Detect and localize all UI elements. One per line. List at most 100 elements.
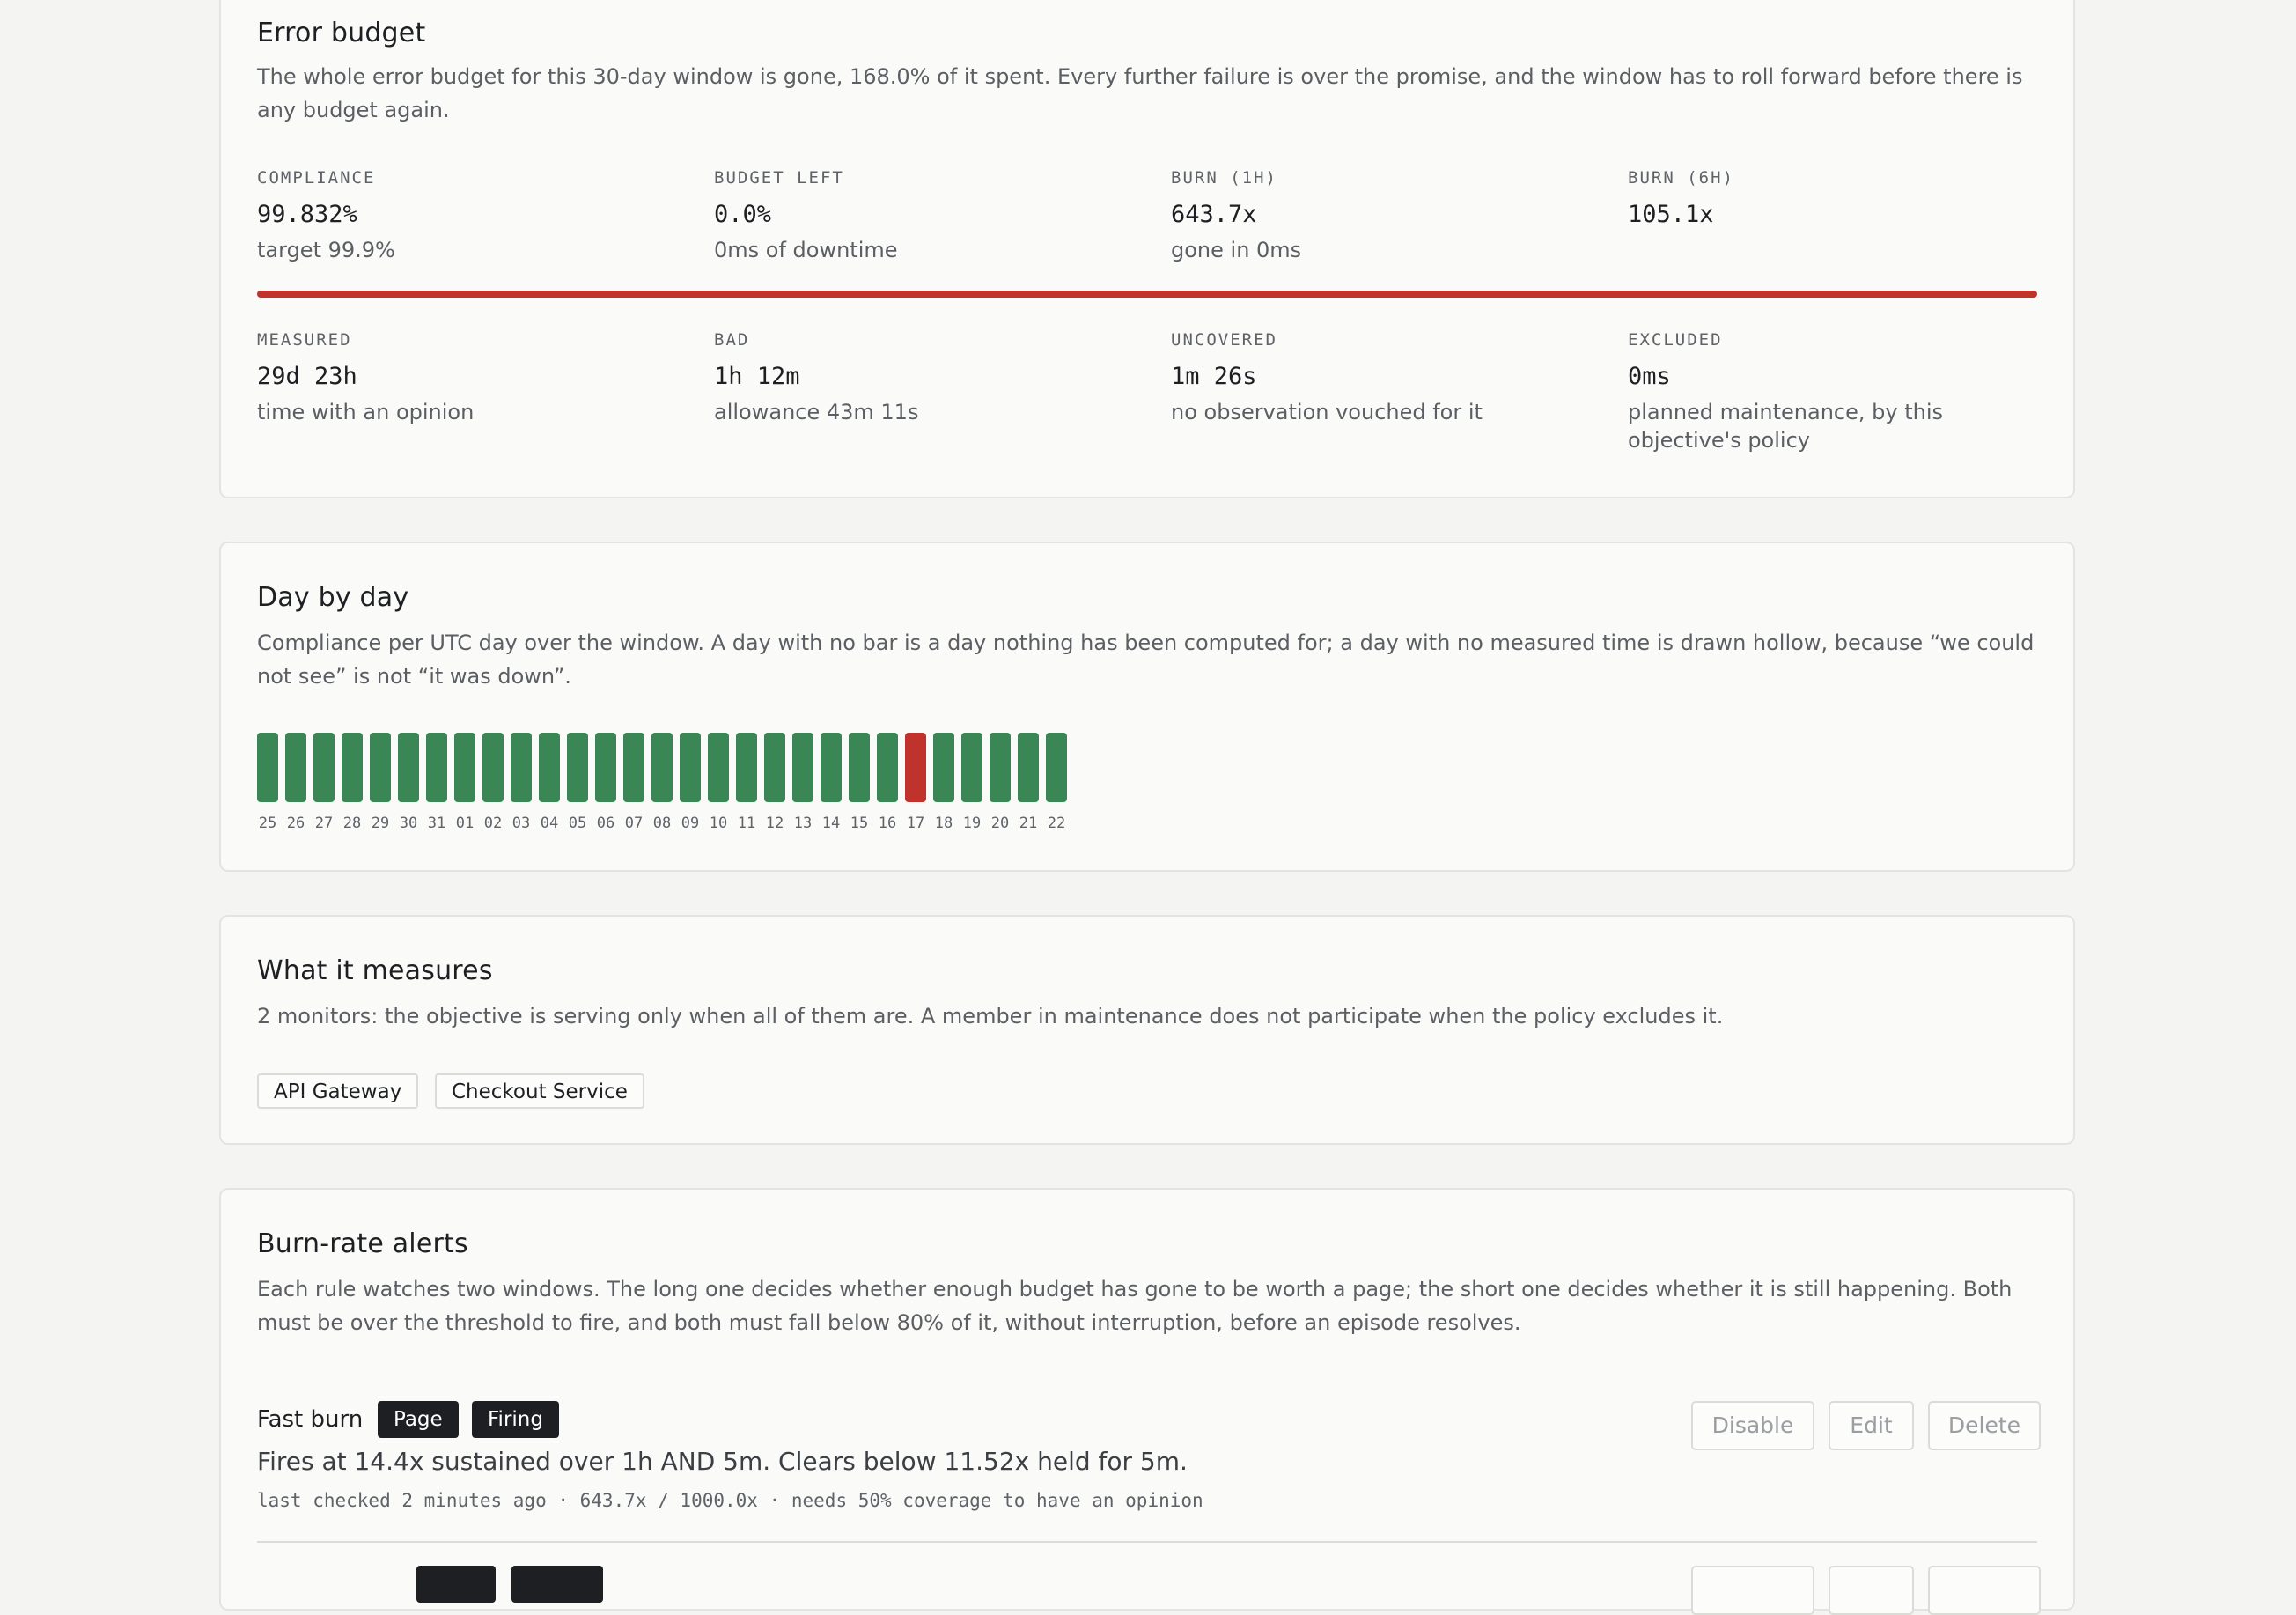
stat-bad: BAD 1h 12m allowance 43m 11s bbox=[714, 328, 1137, 426]
day-bar-21[interactable] bbox=[1018, 733, 1039, 802]
day-label: 20 bbox=[990, 815, 1010, 832]
monitor-chip[interactable]: API Gateway bbox=[257, 1073, 419, 1109]
day-label: 28 bbox=[342, 815, 362, 832]
stat-label: MEASURED bbox=[257, 330, 352, 350]
rule-summary: Fires at 14.4x sustained over 1h AND 5m.… bbox=[257, 1447, 1188, 1476]
rule-name: Fast burn bbox=[257, 1406, 364, 1433]
day-by-day-description: Compliance per UTC day over the window. … bbox=[257, 631, 2035, 689]
day-bar-22[interactable] bbox=[1046, 733, 1067, 802]
day-bar-27[interactable] bbox=[313, 733, 335, 802]
day-bar-17[interactable] bbox=[905, 733, 926, 802]
day-bar-10[interactable] bbox=[708, 733, 729, 802]
delete-button-next[interactable] bbox=[1928, 1566, 2041, 1615]
stat-sub: target 99.9% bbox=[257, 238, 395, 262]
stat-sub: allowance 43m 11s bbox=[714, 400, 919, 424]
stat-value: 0ms bbox=[1628, 363, 1671, 390]
day-bar-06[interactable] bbox=[595, 733, 616, 802]
day-label: 18 bbox=[934, 815, 953, 832]
day-label: 02 bbox=[483, 815, 503, 832]
day-bar-08[interactable] bbox=[651, 733, 673, 802]
delete-button[interactable]: Delete bbox=[1928, 1401, 2041, 1450]
stat-value: 99.832% bbox=[257, 201, 357, 228]
measures-description: 2 monitors: the objective is serving onl… bbox=[257, 1004, 1724, 1029]
day-label: 25 bbox=[258, 815, 277, 832]
monitor-chip[interactable]: Checkout Service bbox=[435, 1073, 644, 1109]
day-bar-19[interactable] bbox=[961, 733, 982, 802]
stat-value: 1m 26s bbox=[1171, 363, 1257, 390]
measures-title: What it measures bbox=[257, 955, 493, 986]
day-bar-09[interactable] bbox=[680, 733, 701, 802]
day-bar-01[interactable] bbox=[454, 733, 475, 802]
day-label: 26 bbox=[286, 815, 305, 832]
day-bar-05[interactable] bbox=[567, 733, 588, 802]
stat-label: COMPLIANCE bbox=[257, 168, 376, 188]
day-strip: 25 26 27 28 29 30 31 01 02 03 04 05 06 07 08 09 10 11 12 13… bbox=[257, 733, 1102, 847]
day-bar-02[interactable] bbox=[482, 733, 504, 802]
stat-burn-1h: BURN (1H) 643.7x gone in 0ms bbox=[1171, 166, 1593, 264]
disable-button-next[interactable] bbox=[1691, 1566, 1814, 1615]
slo-detail-page: Error budget The whole error budget for … bbox=[0, 0, 2296, 1615]
error-budget-description: The whole error budget for this 30-day w… bbox=[257, 64, 2023, 122]
day-bar-20[interactable] bbox=[990, 733, 1011, 802]
day-label: 13 bbox=[793, 815, 813, 832]
day-bar-11[interactable] bbox=[736, 733, 757, 802]
day-label: 10 bbox=[709, 815, 728, 832]
stat-label: BURN (6H) bbox=[1628, 168, 1734, 188]
stat-value: 643.7x bbox=[1171, 201, 1257, 228]
day-label: 01 bbox=[455, 815, 475, 832]
severity-badge-next bbox=[416, 1566, 496, 1603]
edit-button[interactable]: Edit bbox=[1829, 1401, 1914, 1450]
rule-divider bbox=[257, 1541, 2037, 1543]
stat-label: BURN (1H) bbox=[1171, 168, 1277, 188]
stat-label: BUDGET LEFT bbox=[714, 168, 844, 188]
day-label: 22 bbox=[1047, 815, 1066, 832]
day-label: 03 bbox=[511, 815, 531, 832]
day-bar-12[interactable] bbox=[764, 733, 785, 802]
day-bar-25[interactable] bbox=[257, 733, 278, 802]
stat-uncovered: UNCOVERED 1m 26s no observation vouched … bbox=[1171, 328, 1593, 426]
stat-burn-6h: BURN (6H) 105.1x bbox=[1628, 166, 2050, 236]
stat-value: 29d 23h bbox=[257, 363, 357, 390]
day-bar-30[interactable] bbox=[398, 733, 419, 802]
stat-value: 0.0% bbox=[714, 201, 772, 228]
budget-stats-top: COMPLIANCE 99.832% target 99.9% BUDGET L… bbox=[257, 166, 2037, 307]
error-budget-card: Error budget The whole error budget for … bbox=[219, 0, 2075, 498]
day-label: 29 bbox=[371, 815, 390, 832]
day-bar-03[interactable] bbox=[511, 733, 532, 802]
day-bar-15[interactable] bbox=[849, 733, 870, 802]
status-badge-next bbox=[511, 1566, 603, 1603]
day-label: 05 bbox=[568, 815, 587, 832]
stat-measured: MEASURED 29d 23h time with an opinion bbox=[257, 328, 680, 426]
day-label: 19 bbox=[962, 815, 982, 832]
day-bar-18[interactable] bbox=[933, 733, 954, 802]
stat-sub: planned maintenance, by this objective's… bbox=[1628, 400, 1944, 453]
day-bar-31[interactable] bbox=[426, 733, 447, 802]
day-by-day-card: Day by day Compliance per UTC day over t… bbox=[219, 542, 2075, 872]
disable-button[interactable]: Disable bbox=[1691, 1401, 1814, 1450]
day-bar-14[interactable] bbox=[821, 733, 842, 802]
stat-label: BAD bbox=[714, 330, 750, 350]
rule-meta: last checked 2 minutes ago · 643.7x / 10… bbox=[257, 1490, 1203, 1511]
stat-value: 1h 12m bbox=[714, 363, 800, 390]
day-bar-07[interactable] bbox=[623, 733, 644, 802]
day-bar-29[interactable] bbox=[370, 733, 391, 802]
edit-button-next[interactable] bbox=[1829, 1566, 1914, 1615]
stat-sub: time with an opinion bbox=[257, 400, 475, 424]
day-label: 06 bbox=[596, 815, 615, 832]
day-label: 09 bbox=[681, 815, 700, 832]
stat-label: EXCLUDED bbox=[1628, 330, 1723, 350]
day-label: 30 bbox=[399, 815, 418, 832]
day-bar-26[interactable] bbox=[285, 733, 306, 802]
day-bar-13[interactable] bbox=[792, 733, 813, 802]
day-bar-16[interactable] bbox=[877, 733, 898, 802]
day-label: 17 bbox=[906, 815, 925, 832]
day-label: 11 bbox=[737, 815, 756, 832]
day-label: 12 bbox=[765, 815, 784, 832]
day-bar-04[interactable] bbox=[539, 733, 560, 802]
alert-rule: Fast burn Page Firing Fires at 14.4x sus… bbox=[221, 1190, 2073, 1615]
day-label: 27 bbox=[314, 815, 334, 832]
status-badge: Firing bbox=[472, 1401, 559, 1438]
measures-card: What it measures 2 monitors: the objecti… bbox=[219, 915, 2075, 1145]
stat-excluded: EXCLUDED 0ms planned maintenance, by thi… bbox=[1628, 328, 2015, 454]
day-bar-28[interactable] bbox=[342, 733, 363, 802]
